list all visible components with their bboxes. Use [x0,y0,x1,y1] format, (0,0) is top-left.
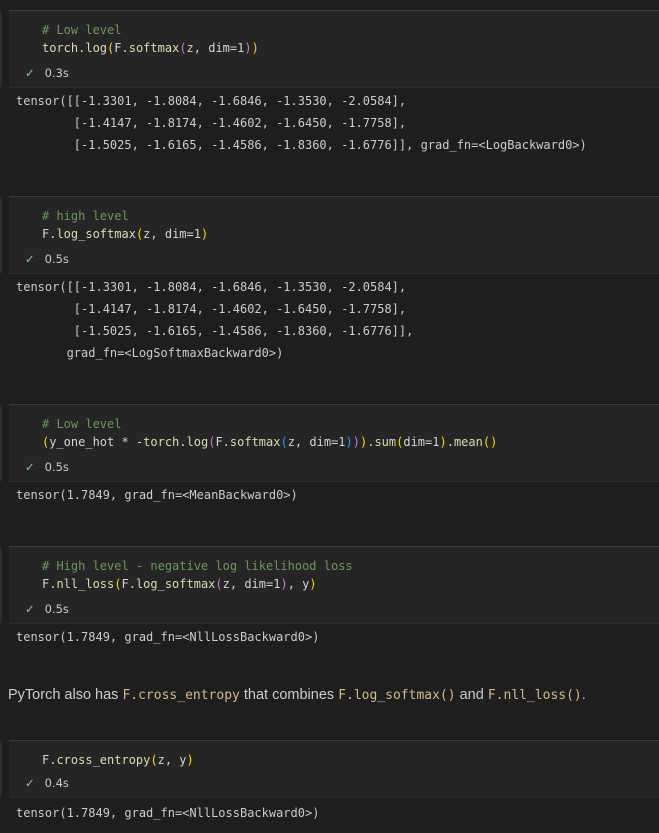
code-editor[interactable]: # High level - negative log likelihood l… [42,557,353,593]
code-comment: # high level [42,209,129,223]
inline-code: F.log_softmax() [338,688,456,703]
code-line: (y_one_hot * -torch.log(F.softmax(z, dim… [42,435,498,449]
inline-code: F.nll_loss() [487,688,582,703]
code-line: F.log_softmax(z, dim=1) [42,227,209,241]
code-cell-4[interactable]: # High level - negative log likelihood l… [0,546,659,624]
code-editor[interactable]: # Low level (y_one_hot * -torch.log(F.so… [42,415,497,451]
check-icon: ✓ [25,602,35,616]
code-editor[interactable]: F.cross_entropy(z, y) [42,751,194,769]
code-cell-3[interactable]: # Low level (y_one_hot * -torch.log(F.so… [0,404,659,482]
check-icon: ✓ [25,776,35,790]
code-comment: # High level - negative log likelihood l… [42,559,353,573]
cell-output-1: tensor([[-1.3301, -1.8084, -1.6846, -1.3… [16,94,587,152]
cell-output-3: tensor(1.7849, grad_fn=<MeanBackward0>) [16,488,298,502]
code-line: F.nll_loss(F.log_softmax(z, dim=1), y) [42,577,317,591]
check-icon: ✓ [25,66,35,80]
execution-status: ✓ 0.5s [25,460,69,474]
execution-status: ✓ 0.5s [25,602,69,616]
execution-status: ✓ 0.5s [25,252,69,266]
markdown-cell[interactable]: PyTorch also has F.cross_entropy that co… [8,687,586,703]
code-line: F.cross_entropy(z, y) [42,753,194,767]
code-comment: # Low level [42,417,122,431]
code-editor[interactable]: # high level F.log_softmax(z, dim=1) [42,207,208,243]
code-cell-2[interactable]: # high level F.log_softmax(z, dim=1) ✓ 0.… [0,196,659,274]
execution-status: ✓ 0.4s [25,776,69,790]
execution-status: ✓ 0.3s [25,66,69,80]
cell-output-4: tensor(1.7849, grad_fn=<NllLossBackward0… [16,630,320,644]
code-cell-1[interactable]: # Low level torch.log(F.softmax(z, dim=1… [0,10,659,88]
code-cell-5[interactable]: F.cross_entropy(z, y) ✓ 0.4s [0,740,659,798]
check-icon: ✓ [25,460,35,474]
code-editor[interactable]: # Low level torch.log(F.softmax(z, dim=1… [42,21,259,57]
cell-output-2: tensor([[-1.3301, -1.8084, -1.6846, -1.3… [16,280,414,360]
cell-output-5: tensor(1.7849, grad_fn=<NllLossBackward0… [16,806,320,820]
code-line: torch.log(F.softmax(z, dim=1)) [42,41,259,55]
inline-code: F.cross_entropy [122,688,240,703]
code-comment: # Low level [42,23,122,37]
check-icon: ✓ [25,252,35,266]
